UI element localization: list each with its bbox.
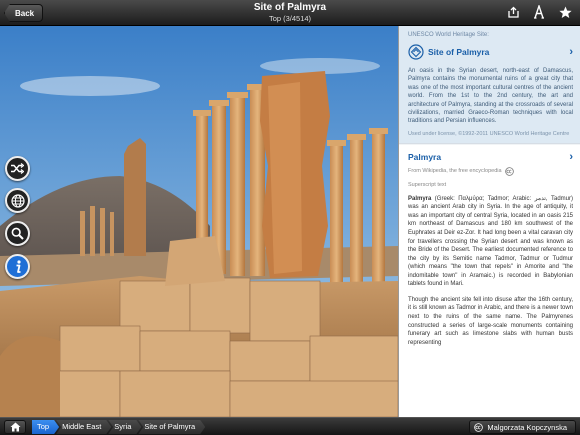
unesco-label: UNESCO World Heritage Site: — [408, 32, 489, 38]
unesco-title: Site of Palmyra — [428, 47, 490, 57]
creative-commons-icon — [504, 167, 514, 176]
globe-button[interactable] — [5, 188, 30, 213]
title-area: Site of Palmyra Top (3/4514) — [180, 2, 400, 24]
back-button[interactable]: Back — [4, 4, 44, 22]
search-icon — [11, 227, 24, 240]
home-button[interactable] — [4, 420, 26, 434]
photo-credit: Malgorzata Kopczynska — [487, 422, 567, 432]
globe-icon — [10, 193, 25, 208]
info-icon — [16, 259, 21, 273]
shuffle-icon — [11, 163, 24, 174]
wiki-superscript-note: Superscript text — [408, 181, 447, 188]
info-button[interactable] — [5, 254, 30, 279]
text-size-icon[interactable] — [532, 5, 546, 19]
wiki-title-row[interactable]: Palmyra › — [408, 150, 573, 164]
chevron-right-icon: › — [569, 46, 573, 58]
shuffle-button[interactable] — [5, 156, 30, 181]
palmyra-ruins-image — [0, 26, 398, 417]
page-title: Site of Palmyra — [253, 2, 327, 13]
wiki-paragraph-1-text: (Greek: Παλμύρα; Tadmor; Arabic: تدمر, T… — [408, 195, 573, 288]
photo-credit-button[interactable]: Malgorzata Kopczynska — [469, 420, 576, 434]
search-button[interactable] — [5, 221, 30, 246]
bottom-bar: Top Middle East Syria Site of Palmyra Ma… — [0, 417, 580, 435]
breadcrumb: Top Middle East Syria Site of Palmyra — [32, 420, 202, 434]
chevron-right-icon: › — [569, 150, 573, 163]
star-icon[interactable] — [558, 5, 572, 19]
world-heritage-logo-icon — [408, 44, 424, 60]
breadcrumb-top[interactable]: Top — [32, 420, 59, 434]
site-photo — [0, 26, 398, 417]
unesco-description: An oasis in the Syrian desert, north-eas… — [408, 68, 573, 125]
unesco-section: UNESCO World Heritage Site: Site of Palm… — [399, 26, 580, 143]
breadcrumb-syria[interactable]: Syria — [108, 420, 141, 434]
wiki-paragraph-2: Though the ancient site fell into disuse… — [408, 296, 573, 346]
wiki-source: From Wikipedia, the free encyclopedia — [408, 168, 502, 175]
info-panel: UNESCO World Heritage Site: Site of Palm… — [398, 26, 580, 417]
breadcrumb-site-of-palmyra[interactable]: Site of Palmyra — [138, 420, 205, 434]
page-subtitle: Top (3/4514) — [268, 14, 312, 23]
unesco-title-row[interactable]: Site of Palmyra › — [408, 42, 573, 62]
top-bar: Back Site of Palmyra Top (3/4514) — [0, 0, 580, 26]
wikipedia-section: Palmyra › From Wikipedia, the free encyc… — [399, 145, 580, 351]
wiki-paragraph-1: Palmyra (Greek: Παλμύρα; Tadmor; Arabic:… — [408, 195, 573, 289]
unesco-credit: Used under license, ©1992-2011 UNESCO Wo… — [408, 130, 570, 137]
creative-commons-icon — [474, 422, 484, 432]
top-actions — [506, 5, 572, 19]
wiki-term: Palmyra — [408, 195, 432, 202]
share-icon[interactable] — [506, 5, 520, 19]
wiki-source-row: From Wikipedia, the free encyclopedia — [408, 167, 573, 176]
breadcrumb-middle-east[interactable]: Middle East — [56, 420, 111, 434]
home-icon — [10, 422, 20, 432]
wiki-title: Palmyra — [408, 151, 442, 162]
